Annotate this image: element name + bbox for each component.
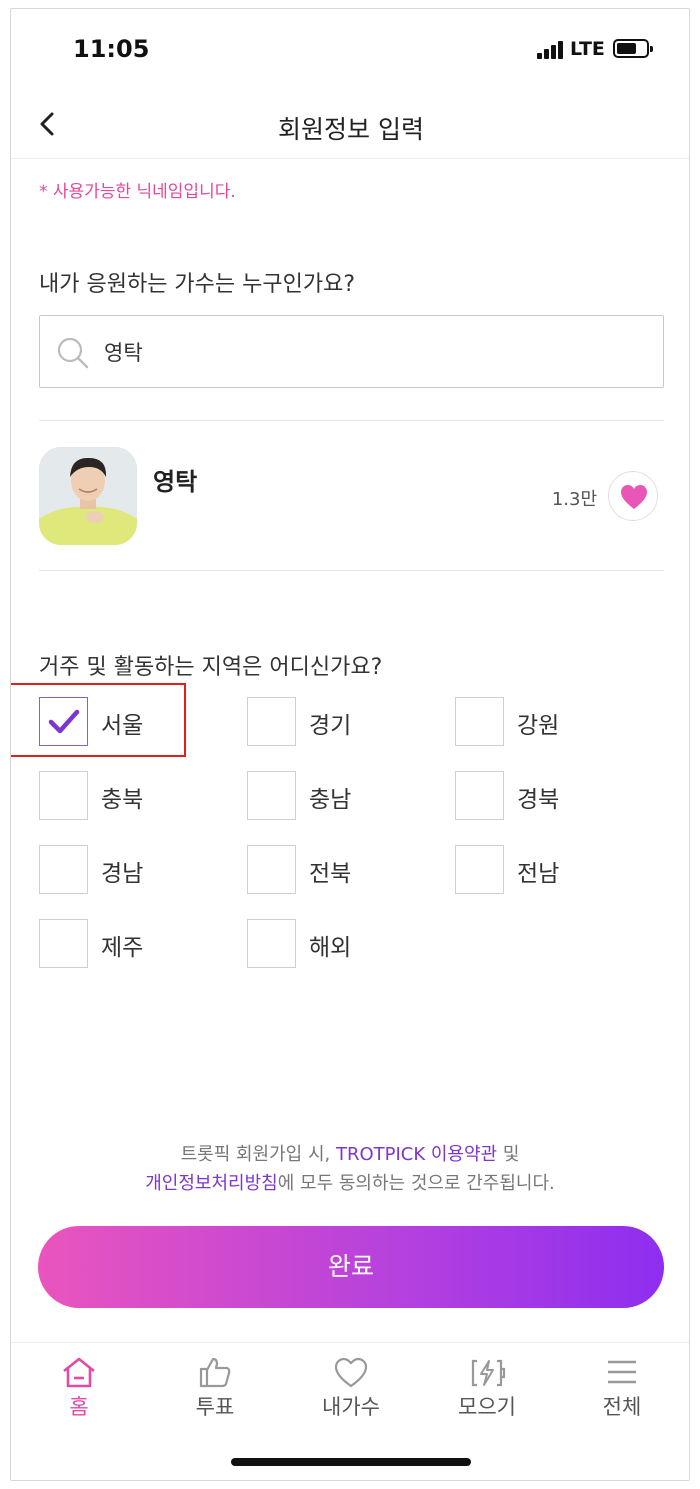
singer-avatar	[39, 447, 137, 545]
singer-fan-count: 1.3만	[551, 489, 597, 510]
region-checkbox[interactable]	[39, 845, 88, 894]
tab-label: 투표	[195, 1395, 235, 1419]
region-label: 경남	[101, 861, 144, 887]
region-label: 충북	[101, 787, 144, 813]
region-option[interactable]: 해외	[247, 919, 447, 969]
divider	[39, 570, 664, 571]
tab-label: 내가수	[322, 1395, 380, 1419]
status-bar: 11:05 LTE	[11, 9, 689, 89]
tab-home[interactable]: 홈	[29, 1355, 129, 1425]
terms-notice: 트롯픽 회원가입 시, TROTPICK 이용약관 및 개인정보처리방침에 모두…	[11, 1140, 689, 1198]
region-checkbox[interactable]	[455, 771, 504, 820]
selection-highlight	[11, 683, 186, 757]
tab-all[interactable]: 전체	[572, 1355, 672, 1425]
region-option[interactable]: 전남	[455, 845, 655, 895]
region-checkbox[interactable]	[247, 771, 296, 820]
region-checkbox[interactable]	[247, 697, 296, 746]
charge-icon	[471, 1359, 506, 1387]
tab-my-singer[interactable]: 내가수	[301, 1355, 401, 1425]
tab-collect[interactable]: 모으기	[437, 1355, 537, 1425]
menu-icon	[608, 1360, 636, 1384]
region-checkbox[interactable]	[455, 697, 504, 746]
region-label: 충남	[309, 787, 352, 813]
privacy-policy-link[interactable]: 개인정보처리방침	[145, 1173, 277, 1194]
region-checkbox[interactable]	[247, 919, 296, 968]
region-question: 거주 및 활동하는 지역은 어디신가요?	[39, 655, 383, 680]
region-checkbox[interactable]	[39, 771, 88, 820]
tab-label: 전체	[602, 1395, 642, 1419]
battery-icon	[613, 39, 653, 58]
terms-text: 트롯픽 회원가입 시,	[180, 1144, 336, 1165]
region-label: 전남	[517, 861, 560, 887]
region-option[interactable]: 충북	[39, 771, 239, 821]
home-icon	[63, 1357, 95, 1388]
region-label: 경기	[309, 713, 352, 739]
region-option[interactable]: 경남	[39, 845, 239, 895]
terms-text: 에 모두 동의하는 것으로 간주됩니다.	[277, 1173, 555, 1194]
tab-label: 홈	[69, 1395, 89, 1419]
phone-screen: 11:05 LTE 회원정보 입력 * 사용가능한 닉네임입니다. 내가 응원하…	[10, 8, 690, 1481]
divider	[39, 420, 664, 421]
region-label: 전북	[309, 861, 352, 887]
terms-text: 및	[497, 1144, 520, 1165]
heart-icon	[621, 485, 647, 509]
region-option[interactable]: 전북	[247, 845, 447, 895]
region-option[interactable]: 충남	[247, 771, 447, 821]
status-time: 11:05	[73, 35, 150, 63]
singer-heart-button[interactable]	[608, 471, 658, 521]
region-option[interactable]: 경기	[247, 697, 447, 747]
region-option[interactable]: 경북	[455, 771, 655, 821]
thumbs-up-icon	[199, 1357, 231, 1388]
region-checkbox[interactable]	[455, 845, 504, 894]
signal-icon	[537, 41, 563, 59]
heart-outline-icon	[334, 1357, 368, 1388]
nickname-available-notice: * 사용가능한 닉네임입니다.	[39, 182, 236, 202]
search-icon	[57, 337, 89, 369]
region-option[interactable]: 강원	[455, 697, 655, 747]
region-checkbox[interactable]	[247, 845, 296, 894]
tab-vote[interactable]: 투표	[165, 1355, 265, 1425]
terms-of-use-link[interactable]: TROTPICK 이용약관	[336, 1144, 497, 1165]
bottom-tab-bar: 홈 투표 내가수 모으기 전체	[11, 1342, 689, 1480]
singer-search-box	[39, 315, 664, 388]
tab-label: 모으기	[458, 1395, 516, 1419]
singer-search-input[interactable]	[104, 330, 644, 374]
header: 회원정보 입력	[11, 89, 689, 159]
page-title: 회원정보 입력	[278, 115, 424, 144]
region-label: 강원	[517, 713, 560, 739]
region-label: 경북	[517, 787, 560, 813]
singer-name: 영탁	[153, 468, 198, 496]
done-button[interactable]: 완료	[38, 1226, 664, 1308]
singer-question: 내가 응원하는 가수는 누구인가요?	[39, 272, 356, 297]
home-indicator	[231, 1458, 471, 1466]
network-label: LTE	[570, 38, 605, 60]
region-checkbox[interactable]	[39, 919, 88, 968]
region-option[interactable]: 제주	[39, 919, 239, 969]
region-label: 제주	[101, 935, 144, 961]
region-label: 해외	[309, 935, 352, 961]
